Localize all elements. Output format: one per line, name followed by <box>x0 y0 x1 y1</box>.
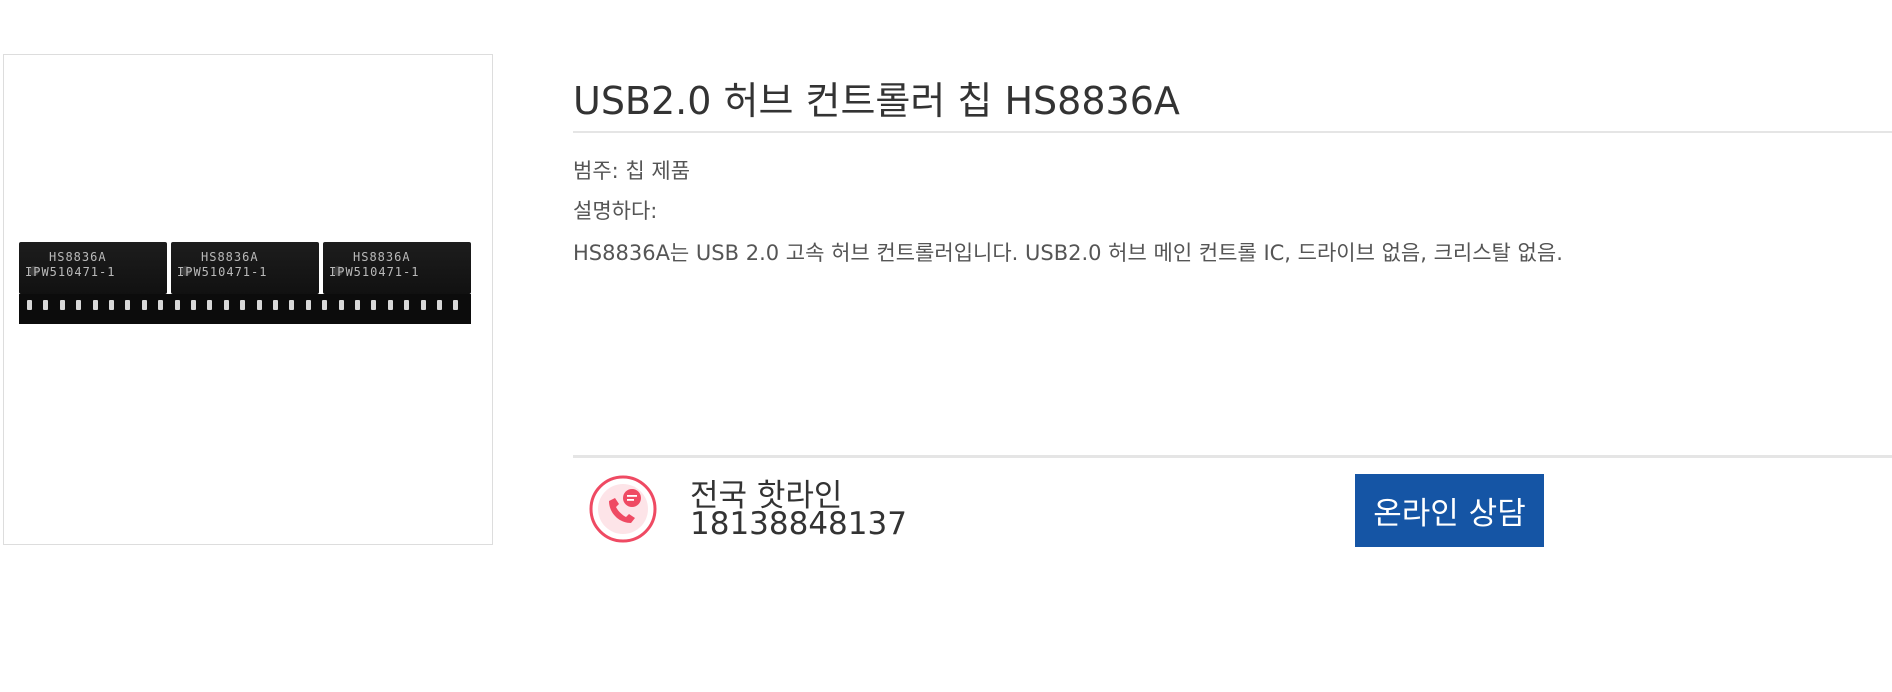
chip-pin <box>420 300 426 310</box>
chip-pin <box>289 300 295 310</box>
category-label: 범주: 칩 제품 <box>573 159 691 183</box>
chip-pin <box>355 300 360 310</box>
chip-pin <box>371 300 377 310</box>
chip-1: HS8836A IPW510471-1 <box>19 242 167 294</box>
chip-2: HS8836A IPW510471-1 <box>171 242 319 294</box>
description-label: 설명하다: <box>573 199 658 223</box>
chip-pin <box>207 300 213 310</box>
chip-pin <box>322 300 328 310</box>
chip-marking: HS8836A <box>201 250 259 264</box>
chip-pin <box>404 300 410 310</box>
chip-pin <box>437 300 442 310</box>
chip-pin <box>76 300 82 310</box>
chip-pin <box>240 300 246 310</box>
chip-pin <box>174 300 180 310</box>
chip-pin <box>59 300 65 310</box>
online-consult-button[interactable]: 온라인 상담 <box>1355 474 1544 547</box>
chip-code: IPW510471-1 <box>329 265 420 279</box>
phone-chat-icon <box>589 475 657 543</box>
chip-pin <box>27 300 32 310</box>
chip-pin <box>141 300 147 310</box>
chip-pin <box>223 300 229 310</box>
product-image: HS8836A IPW510471-1 HS8836A IPW510471-1 … <box>19 242 471 324</box>
product-image-frame: HS8836A IPW510471-1 HS8836A IPW510471-1 … <box>3 54 493 545</box>
chip-code: IPW510471-1 <box>25 265 116 279</box>
chip-pin <box>256 300 262 310</box>
chip-marking: HS8836A <box>49 250 107 264</box>
product-title: USB2.0 허브 컨트롤러 칩 HS8836A <box>573 79 1180 123</box>
chip-pin <box>305 300 311 310</box>
chip-pin <box>338 300 344 310</box>
contact-divider <box>573 455 1892 458</box>
chip-pin <box>109 300 114 310</box>
chip-3: HS8836A IPW510471-1 <box>323 242 471 294</box>
chip-pin <box>387 300 393 310</box>
chip-pins <box>19 294 471 324</box>
chip-pin <box>92 300 98 310</box>
chip-pin <box>125 300 131 310</box>
chip-pin <box>453 300 459 310</box>
product-description: HS8836A는 USB 2.0 고속 허브 컨트롤러입니다. USB2.0 허… <box>573 241 1563 265</box>
chip-pin <box>158 300 164 310</box>
chip-pin <box>43 300 49 310</box>
hotline-number: 18138848137 <box>690 506 907 542</box>
chip-code: IPW510471-1 <box>177 265 268 279</box>
chip-marking: HS8836A <box>353 250 411 264</box>
chip-pin <box>191 300 196 310</box>
chip-pin <box>273 300 278 310</box>
title-divider <box>573 131 1892 133</box>
